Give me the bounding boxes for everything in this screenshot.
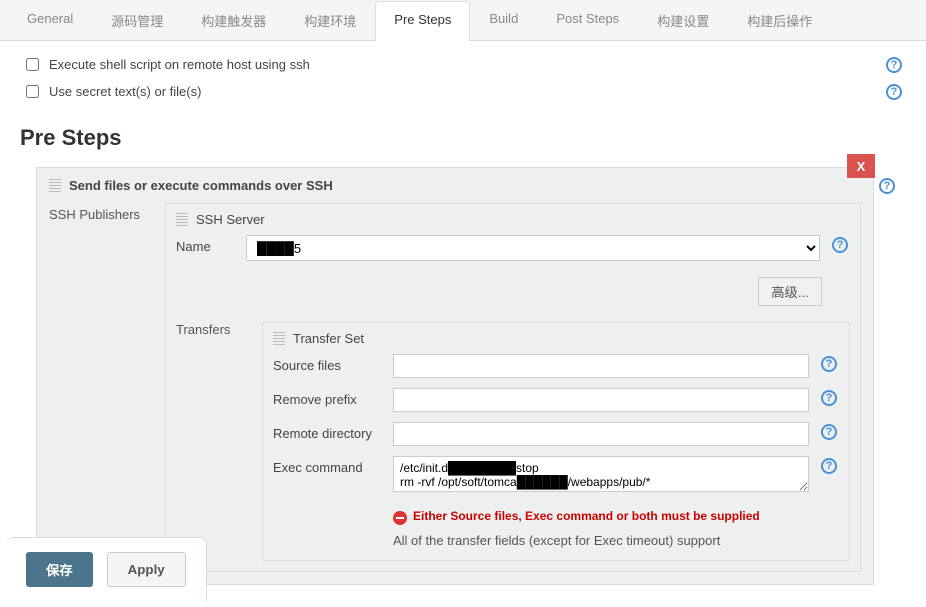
- transfer-set-block: Transfer Set Source files ?: [262, 322, 850, 561]
- help-icon[interactable]: ?: [821, 424, 837, 440]
- checkbox-ssh-shell[interactable]: [26, 58, 39, 71]
- error-icon: [393, 511, 407, 525]
- transfer-note: All of the transfer fields (except for E…: [393, 533, 809, 548]
- save-button[interactable]: 保存: [26, 552, 93, 587]
- transfers-label: Transfers: [176, 322, 246, 561]
- drag-handle-icon[interactable]: [176, 213, 188, 227]
- checkbox-secret[interactable]: [26, 85, 39, 98]
- drag-handle-icon[interactable]: [273, 332, 285, 346]
- source-files-label: Source files: [273, 354, 383, 373]
- exec-cmd-label: Exec command: [273, 456, 383, 475]
- option-ssh-shell: Execute shell script on remote host usin…: [10, 51, 906, 78]
- tab-env[interactable]: 构建环境: [285, 0, 375, 40]
- tab-scm[interactable]: 源码管理: [92, 0, 182, 40]
- remote-dir-input[interactable]: [393, 422, 809, 446]
- remote-dir-label: Remote directory: [273, 422, 383, 441]
- tab-post-build[interactable]: 构建后操作: [728, 0, 831, 40]
- tab-triggers[interactable]: 构建触发器: [182, 0, 285, 40]
- help-icon[interactable]: ?: [886, 57, 902, 73]
- label-ssh-shell: Execute shell script on remote host usin…: [49, 57, 310, 72]
- ssh-server-label: SSH Server: [196, 212, 265, 227]
- close-button[interactable]: X: [847, 154, 875, 178]
- ssh-block-title: Send files or execute commands over SSH: [69, 178, 333, 193]
- tab-pre-steps[interactable]: Pre Steps: [375, 1, 470, 41]
- publishers-label: SSH Publishers: [49, 203, 149, 572]
- advanced-button[interactable]: 高级...: [758, 277, 822, 306]
- tab-build[interactable]: Build: [470, 0, 537, 40]
- help-icon[interactable]: ?: [821, 390, 837, 406]
- help-icon[interactable]: ?: [821, 458, 837, 474]
- ssh-server-block: SSH Server Name ████5 ?: [165, 203, 861, 572]
- help-icon[interactable]: ?: [821, 356, 837, 372]
- help-icon[interactable]: ?: [886, 84, 902, 100]
- remove-prefix-input[interactable]: [393, 388, 809, 412]
- transfer-set-label: Transfer Set: [293, 331, 364, 346]
- section-heading-pre-steps: Pre Steps: [20, 125, 906, 151]
- help-icon[interactable]: ?: [879, 178, 895, 194]
- exec-cmd-textarea[interactable]: [393, 456, 809, 492]
- remove-prefix-label: Remove prefix: [273, 388, 383, 407]
- name-label: Name: [176, 235, 236, 254]
- footer-bar: 保存 Apply: [6, 537, 207, 601]
- help-icon[interactable]: ?: [832, 237, 848, 253]
- ssh-block: X ? Send files or execute commands over …: [36, 167, 874, 585]
- name-select[interactable]: ████5: [246, 235, 820, 261]
- drag-handle-icon[interactable]: [49, 179, 61, 193]
- label-secret: Use secret text(s) or file(s): [49, 84, 201, 99]
- source-files-input[interactable]: [393, 354, 809, 378]
- tab-post-steps[interactable]: Post Steps: [537, 0, 638, 40]
- error-message: Either Source files, Exec command or bot…: [413, 509, 760, 525]
- config-tabs: General 源码管理 构建触发器 构建环境 Pre Steps Build …: [0, 0, 926, 41]
- ssh-block-header: Send files or execute commands over SSH: [37, 168, 873, 203]
- option-secret: Use secret text(s) or file(s) ?: [10, 78, 906, 105]
- tab-general[interactable]: General: [8, 0, 92, 40]
- apply-button[interactable]: Apply: [107, 552, 186, 587]
- tab-build-settings[interactable]: 构建设置: [638, 0, 728, 40]
